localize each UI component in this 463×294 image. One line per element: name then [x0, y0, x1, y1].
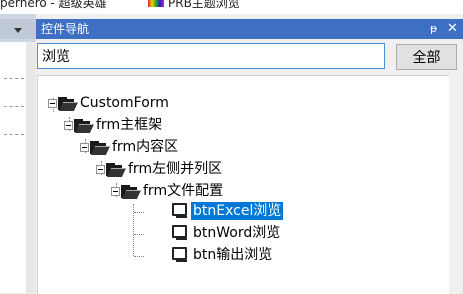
- left-pane-scrollbar[interactable]: [26, 42, 36, 293]
- tree-leaf-label: btnWord浏览: [193, 225, 281, 241]
- left-pane-content: [0, 42, 26, 293]
- folder-open-icon: [58, 97, 79, 111]
- tree-node-label: frm主框架: [96, 117, 163, 133]
- form-icon: [172, 247, 187, 262]
- tree-leaf-label-selected: btnExcel浏览: [191, 202, 284, 220]
- collapse-icon[interactable]: [96, 165, 105, 174]
- form-icon: [172, 203, 187, 218]
- row-separator: [4, 134, 24, 135]
- collapse-icon[interactable]: [48, 99, 57, 108]
- tree-line: [134, 256, 144, 257]
- left-pane-header: [0, 19, 36, 39]
- pin-icon[interactable]: ᵽ: [430, 22, 437, 36]
- folder-open-icon: [74, 119, 95, 133]
- row-separator: [4, 78, 24, 79]
- background-window-text-2: PRB主题浏览: [168, 0, 240, 10]
- panel-title: 控件导航: [41, 22, 90, 36]
- background-window-text: perhero - 超级英雄: [0, 0, 107, 10]
- form-icon: [172, 225, 187, 240]
- tree-scrollbar[interactable]: [449, 75, 463, 293]
- background-window-strip: perhero - 超级英雄 PRB主题浏览: [0, 0, 463, 14]
- panel-title-bar[interactable]: 控件导航 ᵽ ✕: [36, 19, 463, 39]
- folder-open-icon: [106, 163, 127, 177]
- dropdown-arrow-icon[interactable]: [14, 28, 22, 33]
- control-navigator-panel: 控件导航 ᵽ ✕ 全部 CustomForm frm主框架 frm内容区: [36, 14, 463, 294]
- tree-node-label: frm内容区: [112, 139, 179, 155]
- tree-node-label: frm左侧并列区: [128, 161, 223, 177]
- control-tree[interactable]: CustomForm frm主框架 frm内容区 frm左侧并列区 frm文件配…: [37, 75, 449, 294]
- collapse-icon[interactable]: [80, 143, 89, 152]
- close-icon[interactable]: ✕: [447, 21, 458, 36]
- show-all-button[interactable]: 全部: [396, 44, 457, 70]
- color-palette-icon: [148, 0, 164, 7]
- collapse-icon[interactable]: [64, 121, 73, 130]
- tree-line: [134, 234, 144, 235]
- tree-line: [134, 212, 144, 213]
- tree-node-label: frm文件配置: [143, 183, 224, 199]
- folder-open-icon: [121, 185, 142, 199]
- tree-leaf-label: btn输出浏览: [193, 247, 273, 263]
- search-input[interactable]: [37, 43, 385, 69]
- tree-node-label: CustomForm: [80, 95, 169, 111]
- folder-open-icon: [90, 141, 111, 155]
- row-separator: [4, 106, 24, 107]
- collapse-icon[interactable]: [111, 187, 120, 196]
- left-docked-pane: [0, 14, 36, 293]
